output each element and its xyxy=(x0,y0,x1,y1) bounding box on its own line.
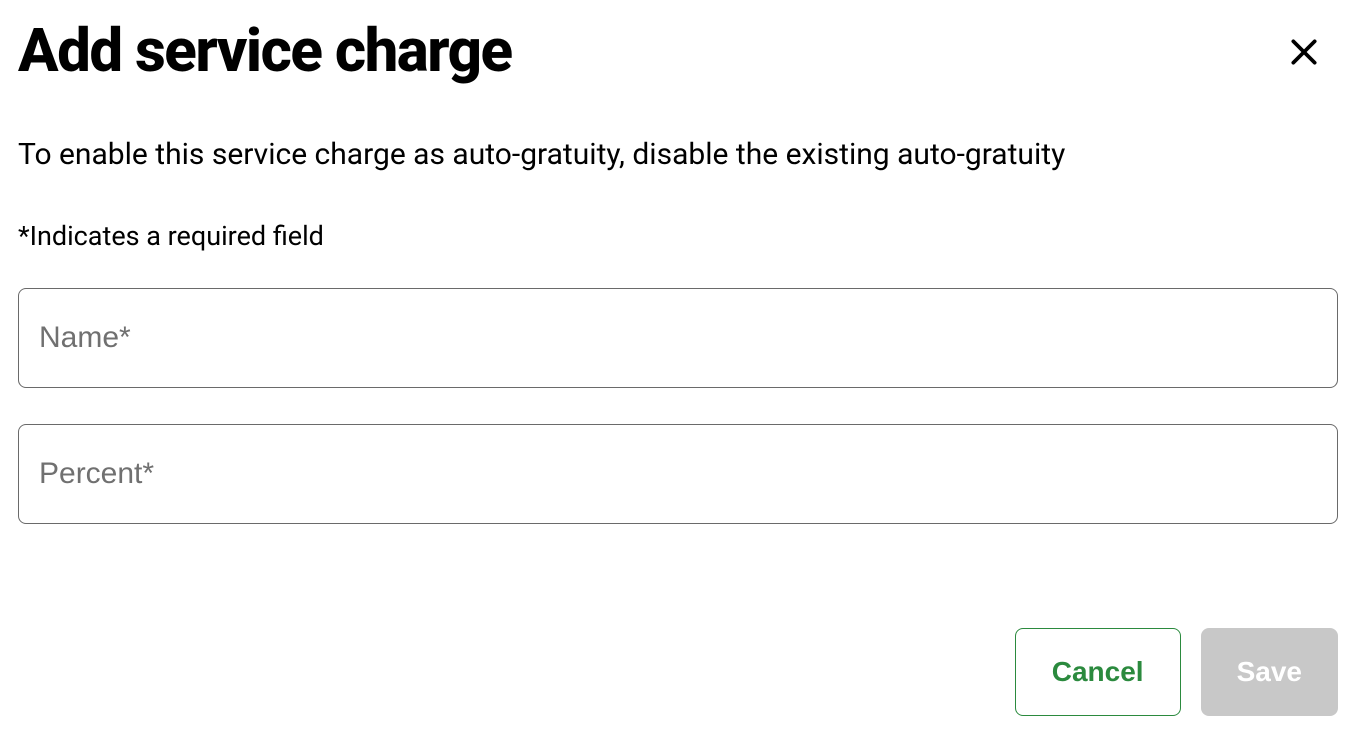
name-field[interactable] xyxy=(18,288,1338,388)
save-button[interactable]: Save xyxy=(1201,628,1338,716)
add-service-charge-dialog: Add service charge To enable this servic… xyxy=(18,18,1338,560)
dialog-footer: Cancel Save xyxy=(1015,628,1338,716)
close-icon xyxy=(1288,36,1320,68)
close-button[interactable] xyxy=(1280,28,1328,76)
cancel-button[interactable]: Cancel xyxy=(1015,628,1181,716)
required-field-hint: *Indicates a required field xyxy=(18,220,1338,252)
dialog-header: Add service charge xyxy=(18,18,1338,84)
dialog-description: To enable this service charge as auto-gr… xyxy=(18,134,1338,176)
dialog-title: Add service charge xyxy=(18,18,512,84)
percent-field[interactable] xyxy=(18,424,1338,524)
